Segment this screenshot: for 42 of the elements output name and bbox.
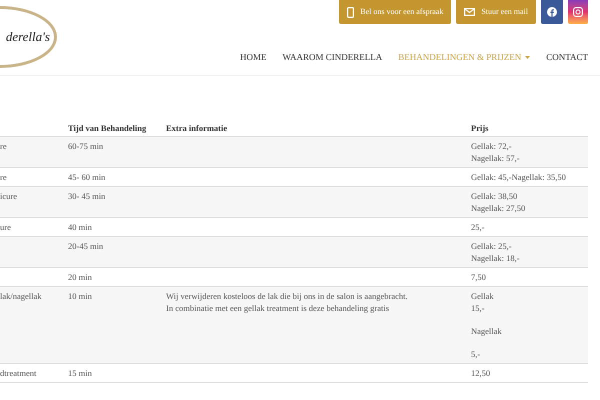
price-text: Gellak: 45,-Nagellak: 35,50 bbox=[471, 171, 567, 183]
nav-link[interactable]: HOME bbox=[240, 51, 266, 64]
table-cell: 60-75 min bbox=[68, 141, 104, 151]
facebook-button[interactable] bbox=[541, 0, 563, 24]
table-cell: icure bbox=[0, 191, 17, 201]
table-cell: 15 min bbox=[68, 368, 92, 378]
price-text: Nagellak: 27,50 bbox=[471, 202, 526, 214]
price-text: Nagellak: 57,- bbox=[471, 152, 521, 164]
logo-text: derella's bbox=[6, 28, 50, 46]
price-text: 12,50 bbox=[471, 367, 492, 379]
price-text: Nagellak: 18,- bbox=[471, 252, 521, 264]
instagram-icon bbox=[573, 7, 583, 17]
table-cell: 20 min bbox=[68, 272, 92, 282]
table-cell: 10 min bbox=[68, 291, 92, 301]
facebook-icon bbox=[547, 7, 557, 17]
phone-icon bbox=[347, 6, 354, 18]
column-header: Extra informatie bbox=[166, 120, 471, 136]
table-cell: lak/nagellak bbox=[0, 291, 42, 301]
instagram-button[interactable] bbox=[568, 0, 588, 24]
price-text: 7,50 bbox=[471, 271, 487, 283]
table-cell-text: Wij verwijderen kosteloos de lak die bij ons in de salon is aangebracht. In combinatie met een gellak treatment is deze behandeling gratis bbox=[166, 290, 409, 314]
price-text: 15,- bbox=[471, 302, 486, 314]
table-cell: re bbox=[0, 141, 7, 151]
column-header: Tijd van Behandeling bbox=[68, 120, 166, 136]
price-text: Gellak: 25,- bbox=[471, 240, 513, 252]
table-cell: ure bbox=[0, 222, 11, 232]
column-header: Prijs bbox=[471, 120, 588, 136]
nav-link[interactable]: CONTACT bbox=[546, 51, 588, 64]
table-cell: 20-45 min bbox=[68, 241, 104, 251]
table-cell: dtreatment bbox=[0, 368, 36, 378]
nav-link[interactable]: WAAROM CINDERELLA bbox=[282, 51, 382, 64]
price-text: 25,- bbox=[471, 221, 486, 233]
price-text: Nagellak bbox=[471, 325, 503, 337]
table-cell: re bbox=[0, 172, 7, 182]
price-text: 5,- bbox=[471, 348, 482, 360]
table-cell: 45- 60 min bbox=[68, 172, 106, 182]
price-text: Gellak: 38,50 bbox=[471, 190, 518, 202]
price-text: Gellak: 72,- bbox=[471, 140, 513, 152]
table-cell: 40 min bbox=[68, 222, 92, 232]
table-cell: 30- 45 min bbox=[68, 191, 106, 201]
mail-icon bbox=[464, 8, 476, 16]
price-text: Gellak bbox=[471, 290, 495, 302]
